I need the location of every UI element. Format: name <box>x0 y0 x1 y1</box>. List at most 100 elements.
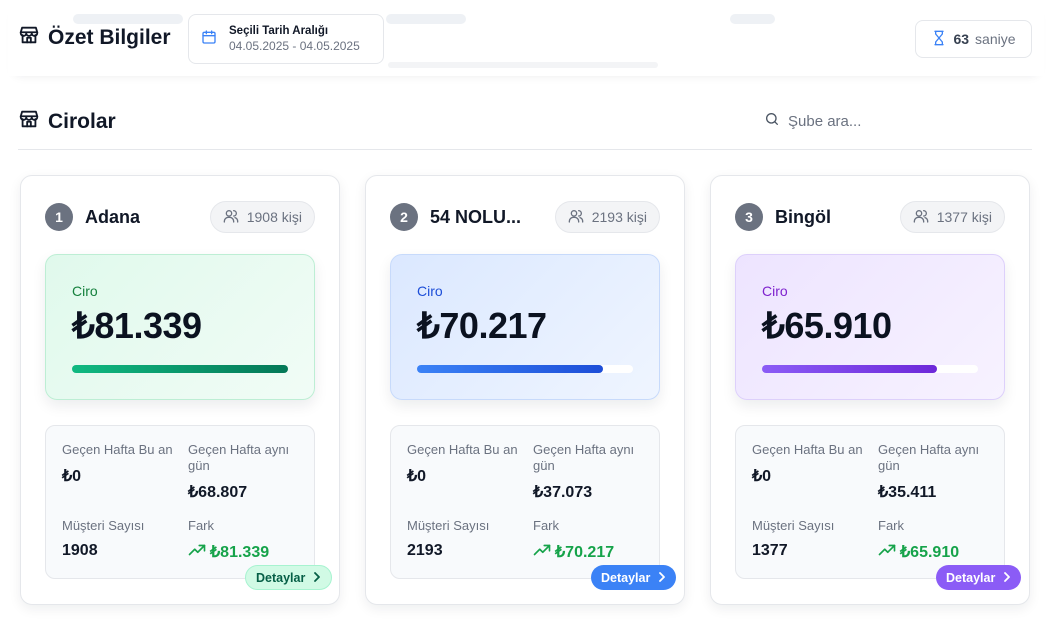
stat-diff: Fark ₺81.339 <box>188 518 308 562</box>
stat-label: Fark <box>878 518 904 533</box>
stat-last-week-now: Geçen Hafta Bu an ₺0 <box>752 442 872 486</box>
revenue-progress-track <box>762 365 978 373</box>
date-range-picker[interactable]: Seçili Tarih Aralığı 04.05.2025 - 04.05.… <box>188 14 384 64</box>
stat-last-week-now: Geçen Hafta Bu an ₺0 <box>62 442 182 486</box>
rank-badge: 3 <box>735 203 763 231</box>
stat-customers: Müşteri Sayısı 1908 <box>62 518 182 560</box>
revenue-value: ₺81.339 <box>72 305 202 346</box>
diff-value: ₺81.339 <box>210 544 270 561</box>
revenue-box: Ciro ₺70.217 <box>390 254 660 400</box>
summary-title: Özet Bilgiler <box>48 25 171 49</box>
revenue-value: ₺70.217 <box>417 305 547 346</box>
people-count: 2193 kişi <box>591 209 647 225</box>
card-header: 1 Adana 1908 kişi <box>45 201 315 233</box>
chevron-right-icon <box>313 571 321 585</box>
trending-up-icon <box>533 543 551 562</box>
people-count: 1908 kişi <box>246 209 302 225</box>
stat-label: Fark <box>533 518 559 533</box>
revenue-label: Ciro <box>417 283 443 299</box>
users-icon <box>913 208 929 227</box>
users-icon <box>223 208 239 227</box>
revenue-progress-track <box>72 365 288 373</box>
rank-badge: 1 <box>45 203 73 231</box>
stat-value: ₺0 <box>752 468 772 485</box>
people-badge: 2193 kişi <box>554 201 660 233</box>
search-input[interactable] <box>788 112 1008 130</box>
calendar-icon <box>201 29 217 50</box>
stats-panel: Geçen Hafta Bu an ₺0 Geçen Hafta aynı gü… <box>390 425 660 579</box>
store-icon <box>18 108 40 135</box>
diff-value: ₺70.217 <box>555 544 615 561</box>
timer-value: 63 <box>953 31 970 47</box>
revenue-progress-fill <box>417 365 604 373</box>
hourglass-icon <box>931 30 947 49</box>
date-range-label: Seçili Tarih Aralığı <box>229 25 329 37</box>
store-icon <box>18 24 40 51</box>
stat-customers: Müşteri Sayısı 1377 <box>752 518 872 560</box>
section-divider <box>18 149 1032 150</box>
stat-label: Geçen Hafta aynı gün <box>533 442 635 473</box>
stat-diff-value: ₺65.910 <box>878 542 998 562</box>
stat-value: ₺37.073 <box>533 484 593 501</box>
stat-value: 1377 <box>752 542 788 559</box>
stat-value: ₺0 <box>62 468 82 485</box>
placeholder-line <box>730 14 775 24</box>
stat-label: Müşteri Sayısı <box>407 518 490 533</box>
stat-last-week-day: Geçen Hafta aynı gün ₺35.411 <box>878 442 998 502</box>
placeholder-line <box>73 14 183 24</box>
stat-diff-value: ₺70.217 <box>533 542 653 562</box>
revenue-progress-fill <box>72 365 288 373</box>
revenue-label: Ciro <box>762 283 788 299</box>
revenue-value: ₺65.910 <box>762 305 892 346</box>
stat-label: Geçen Hafta aynı gün <box>878 442 980 473</box>
stat-last-week-day: Geçen Hafta aynı gün ₺37.073 <box>533 442 653 502</box>
people-badge: 1908 kişi <box>209 201 315 233</box>
rank-badge: 2 <box>390 203 418 231</box>
people-count: 1377 kişi <box>936 209 992 225</box>
details-label: Detaylar <box>256 570 306 585</box>
stat-label: Geçen Hafta aynı gün <box>188 442 290 473</box>
revenue-section-title: Cirolar <box>18 108 116 135</box>
revenue-label: Ciro <box>72 283 98 299</box>
card-header: 2 54 NOLU... 2193 kişi <box>390 201 660 233</box>
people-badge: 1377 kişi <box>899 201 1005 233</box>
card-header: 3 Bingöl 1377 kişi <box>735 201 1005 233</box>
branch-search[interactable] <box>752 104 1032 138</box>
stat-label: Geçen Hafta Bu an <box>62 442 173 457</box>
stat-diff-value: ₺81.339 <box>188 542 308 562</box>
trending-up-icon <box>188 543 206 562</box>
branch-card: 3 Bingöl 1377 kişi Ciro ₺65.910 Geçen Ha… <box>710 175 1030 605</box>
details-button[interactable]: Detaylar <box>936 565 1022 590</box>
stat-value: ₺0 <box>407 468 427 485</box>
section-title: Cirolar <box>48 109 116 133</box>
branch-name: Adana <box>85 206 141 227</box>
revenue-box: Ciro ₺65.910 <box>735 254 1005 400</box>
stat-label: Geçen Hafta Bu an <box>407 442 518 457</box>
users-icon <box>568 208 584 227</box>
stat-diff: Fark ₺70.217 <box>533 518 653 562</box>
branch-card: 2 54 NOLU... 2193 kişi Ciro ₺70.217 Geçe… <box>365 175 685 605</box>
stats-panel: Geçen Hafta Bu an ₺0 Geçen Hafta aynı gü… <box>735 425 1005 579</box>
trending-up-icon <box>878 543 896 562</box>
revenue-progress-track <box>417 365 633 373</box>
placeholder-line <box>388 62 658 68</box>
stat-value: 2193 <box>407 542 443 559</box>
details-button[interactable]: Detaylar <box>591 565 677 590</box>
stats-panel: Geçen Hafta Bu an ₺0 Geçen Hafta aynı gü… <box>45 425 315 579</box>
revenue-progress-fill <box>762 365 937 373</box>
branch-card: 1 Adana 1908 kişi Ciro ₺81.339 Geçen Haf… <box>20 175 340 605</box>
branch-name: 54 NOLU... <box>430 206 522 227</box>
stat-label: Geçen Hafta Bu an <box>752 442 863 457</box>
timer-unit: saniye <box>975 31 1016 47</box>
search-icon <box>764 111 780 132</box>
date-range-value: 04.05.2025 - 04.05.2025 <box>229 39 360 53</box>
stat-label: Müşteri Sayısı <box>62 518 145 533</box>
refresh-timer: 63 saniye <box>915 20 1032 58</box>
stat-label: Müşteri Sayısı <box>752 518 835 533</box>
stat-label: Fark <box>188 518 214 533</box>
stat-value: ₺68.807 <box>188 484 248 501</box>
stat-value: ₺35.411 <box>878 484 937 501</box>
stat-last-week-day: Geçen Hafta aynı gün ₺68.807 <box>188 442 308 502</box>
details-button[interactable]: Detaylar <box>245 565 333 590</box>
revenue-box: Ciro ₺81.339 <box>45 254 315 400</box>
